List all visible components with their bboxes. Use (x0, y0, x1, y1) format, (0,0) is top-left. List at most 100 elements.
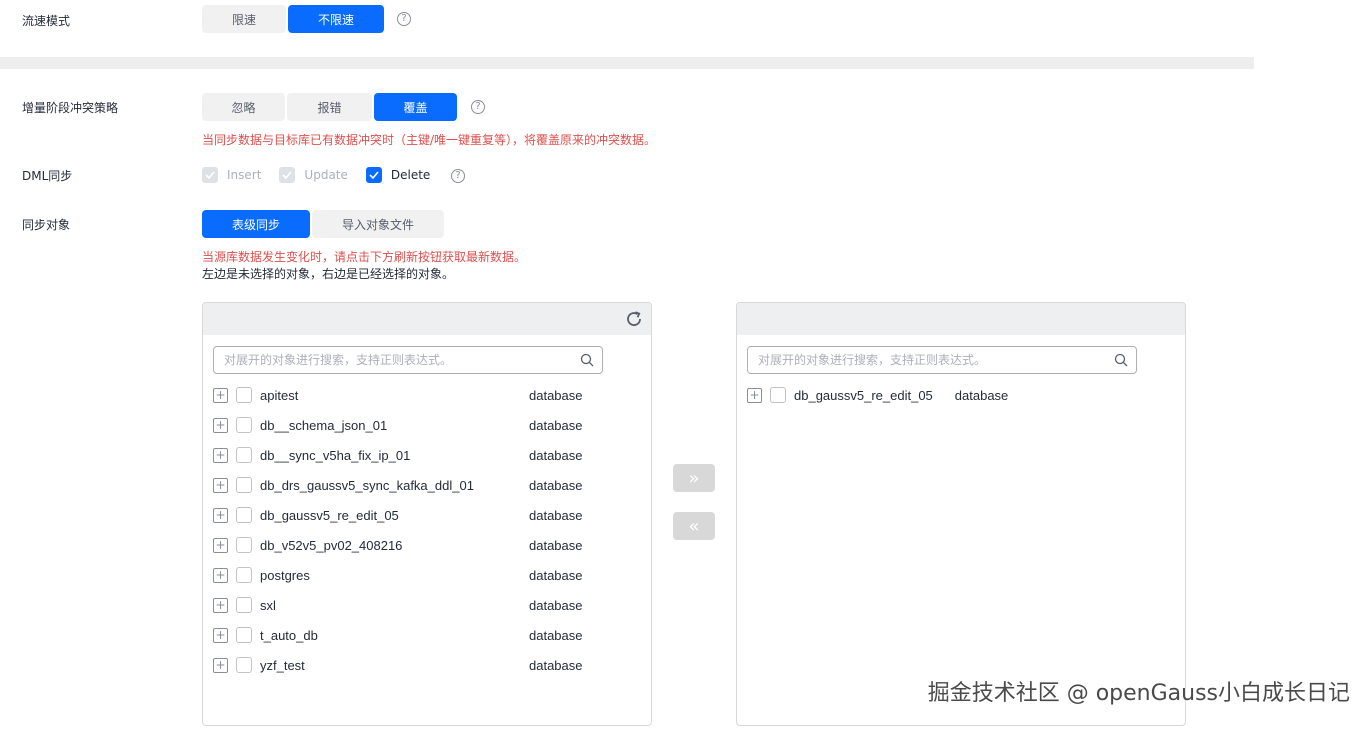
object-name: yzf_test (260, 657, 305, 673)
plus-icon[interactable]: + (213, 627, 228, 643)
check-icon (282, 171, 293, 180)
list-item[interactable]: + db__sync_v5ha_fix_ip_01 database (213, 440, 641, 470)
panel-header (737, 303, 1185, 335)
object-name: postgres (260, 567, 310, 583)
search-icon[interactable] (1114, 353, 1128, 367)
item-checkbox[interactable] (236, 447, 252, 463)
help-icon[interactable]: ? (397, 12, 411, 26)
refresh-warning: 当源库数据发生变化时，请点击下方刷新按钮获取最新数据。 (202, 250, 527, 264)
check-icon (369, 171, 379, 180)
item-checkbox[interactable] (236, 417, 252, 433)
conflict-error-button[interactable]: 报错 (287, 93, 372, 121)
flow-mode-limited-button[interactable]: 限速 (202, 5, 286, 33)
flow-mode-label: 流速模式 (22, 14, 71, 28)
plus-icon[interactable]: + (213, 537, 228, 553)
conflict-overwrite-button[interactable]: 覆盖 (374, 93, 457, 121)
item-checkbox[interactable] (236, 657, 252, 673)
right-object-list: + db_gaussv5_re_edit_05 database (747, 380, 1175, 410)
dml-delete-option: Delete (365, 167, 431, 183)
watermark: 掘金技术社区 @ openGauss小白成长日记 (927, 681, 1350, 706)
sync-object-tabs: 表级同步 导入对象文件 (202, 210, 444, 238)
tab-import-object-file[interactable]: 导入对象文件 (312, 210, 444, 238)
item-checkbox[interactable] (236, 627, 252, 643)
item-checkbox[interactable] (236, 537, 252, 553)
unselected-objects-panel: +apitestdatabase+db__schema_json_01datab… (202, 302, 652, 726)
conflict-strategy-label: 增量阶段冲突策略 (22, 101, 119, 115)
item-checkbox[interactable] (236, 387, 252, 403)
update-checkbox[interactable] (279, 167, 296, 183)
left-search-input[interactable] (214, 347, 580, 373)
object-type: database (529, 477, 583, 493)
list-item[interactable]: + postgres database (213, 560, 641, 590)
refresh-icon[interactable] (625, 310, 643, 328)
left-object-list: + apitest database + db__schema_json_01 datab… (213, 380, 641, 680)
object-name: sxl (260, 597, 276, 613)
plus-icon[interactable]: + (213, 477, 228, 493)
list-item[interactable]: + apitest database (213, 380, 641, 410)
delete-label: Delete (390, 168, 431, 182)
item-checkbox[interactable] (770, 387, 786, 403)
dml-insert-option: Insert (202, 167, 261, 183)
object-type: database (529, 387, 583, 403)
conflict-ignore-button[interactable]: 忽略 (202, 93, 285, 121)
section-divider (0, 57, 1254, 69)
insert-checkbox[interactable] (202, 167, 218, 183)
plus-icon[interactable]: + (213, 567, 228, 583)
flow-mode-unlimited-button[interactable]: 不限速 (288, 5, 384, 33)
object-type: database (529, 537, 583, 553)
update-label: Update (304, 168, 348, 182)
dml-sync-options: Insert Update Delete (202, 167, 430, 183)
plus-icon[interactable]: + (213, 447, 228, 463)
object-type: database (529, 417, 583, 433)
object-name: t_auto_db (260, 627, 318, 643)
item-checkbox[interactable] (236, 507, 252, 523)
object-type: database (954, 387, 1009, 403)
plus-icon[interactable]: + (213, 387, 228, 403)
help-icon[interactable]: ? (451, 169, 465, 183)
item-checkbox[interactable] (236, 567, 252, 583)
item-checkbox[interactable] (236, 477, 252, 493)
conflict-strategy-toggle: 忽略 报错 覆盖 (202, 93, 457, 121)
delete-checkbox[interactable] (365, 167, 382, 183)
list-item[interactable]: + yzf_test database (213, 650, 641, 680)
flow-mode-toggle: 限速 不限速 (202, 5, 384, 33)
insert-label: Insert (227, 168, 262, 182)
left-search-box (213, 346, 603, 374)
right-search-input[interactable] (748, 347, 1114, 373)
help-icon[interactable]: ? (471, 100, 485, 114)
search-icon[interactable] (580, 353, 594, 367)
conflict-hint: 当同步数据与目标库已有数据冲突时（主键/唯一键重复等），将覆盖原来的冲突数据。 (202, 133, 657, 147)
add-selected-button[interactable]: » (673, 464, 715, 492)
object-name: apitest (260, 387, 299, 403)
selection-note: 左边是未选择的对象，右边是已经选择的对象。 (202, 267, 455, 281)
list-item[interactable]: + db_drs_gaussv5_sync_kafka_ddl_01 databas… (213, 470, 641, 500)
remove-selected-button[interactable]: « (673, 512, 715, 540)
object-name: db_v52v5_pv02_408216 (260, 537, 403, 553)
object-type: database (529, 627, 583, 643)
selected-objects-panel: + db_gaussv5_re_edit_05 database (736, 302, 1186, 726)
object-name: db_drs_gaussv5_sync_kafka_ddl_01 (260, 477, 474, 493)
list-item[interactable]: + db_gaussv5_re_edit_05 database (213, 500, 641, 530)
right-search-box (747, 346, 1137, 374)
object-type: database (529, 447, 583, 463)
panel-header (203, 303, 651, 335)
object-type: database (529, 597, 583, 613)
list-item[interactable]: + db_gaussv5_re_edit_05 database (747, 380, 1175, 410)
dml-update-option: Update (279, 167, 348, 183)
plus-icon[interactable]: + (213, 507, 228, 523)
plus-icon[interactable]: + (747, 387, 762, 403)
plus-icon[interactable]: + (213, 417, 228, 433)
list-item[interactable]: + db_v52v5_pv02_408216 database (213, 530, 641, 560)
list-item[interactable]: + db__schema_json_01 database (213, 410, 641, 440)
tab-table-level-sync[interactable]: 表级同步 (202, 210, 310, 238)
object-type: database (529, 657, 583, 673)
sync-object-label: 同步对象 (22, 218, 71, 232)
plus-icon[interactable]: + (213, 597, 228, 613)
item-checkbox[interactable] (236, 597, 252, 613)
check-icon (205, 171, 215, 180)
object-type: database (529, 567, 583, 583)
object-name: db__schema_json_01 (260, 417, 388, 433)
plus-icon[interactable]: + (213, 657, 228, 673)
list-item[interactable]: + t_auto_db database (213, 620, 641, 650)
list-item[interactable]: + sxl database (213, 590, 641, 620)
